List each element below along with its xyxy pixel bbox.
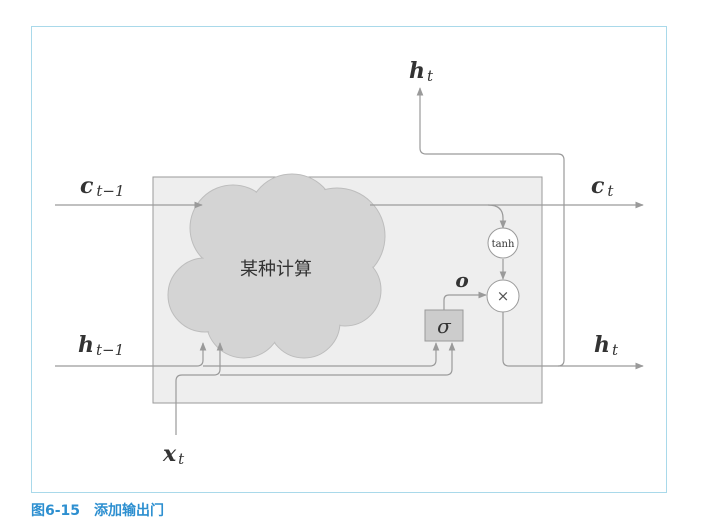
output-gate-label: o [455, 268, 468, 292]
sigma-symbol: σ [437, 314, 452, 338]
figure-caption: 图6-15 添加输出门 [31, 500, 164, 520]
label-c-prev: c t−1 [80, 173, 125, 200]
label-h-out-right: ht [594, 332, 619, 359]
cloud-label: 某种计算 [240, 259, 312, 280]
multiply-symbol: × [497, 287, 510, 305]
tanh-label: tanh [492, 239, 515, 250]
lstm-output-gate-diagram: 某种计算 tanh × σ o c t−1 ct ht−1 h t h t x … [55, 58, 644, 468]
figure-number: 图6-15 [31, 503, 81, 519]
label-h-out-top: ht [409, 58, 434, 85]
figure-title: 添加输出门 [94, 503, 165, 519]
label-c-next: ct [591, 173, 614, 200]
label-x-in: xt [162, 441, 185, 468]
label-h-prev: h t−1 [78, 332, 124, 359]
